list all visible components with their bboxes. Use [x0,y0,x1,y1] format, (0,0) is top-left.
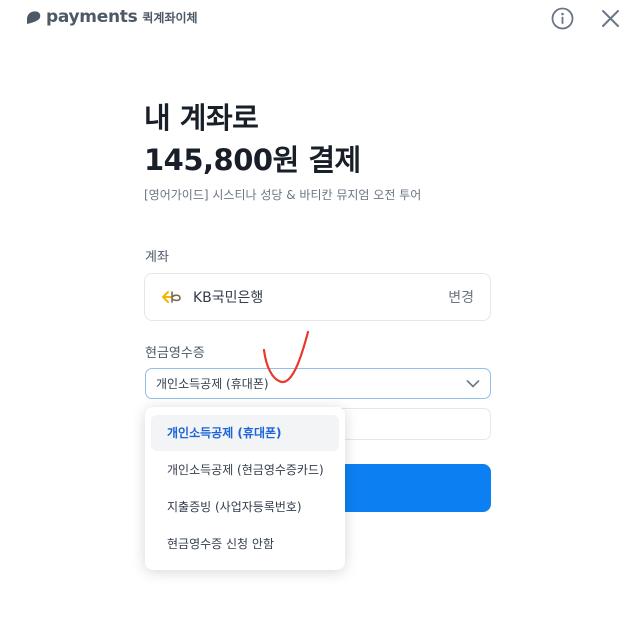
change-account-button[interactable]: 변경 [448,287,474,307]
dropdown-option[interactable]: 현금영수증 신청 안함 [151,526,339,562]
payment-page: payments 퀵계좌이체 내 계좌로 145,800원 결제 [영어가이드]… [0,0,634,630]
brand-logo: payments 퀵계좌이체 [25,7,198,27]
chevron-down-icon [466,379,480,388]
close-icon[interactable] [600,8,621,29]
brand-sub: 퀵계좌이체 [142,10,198,25]
account-selector[interactable]: KB국민은행 변경 [144,273,491,321]
payments-logo-icon [27,10,41,24]
check-annotation-icon [262,330,310,384]
info-icon[interactable] [551,7,574,30]
bank-name: KB국민은행 [193,290,264,306]
page-title: 내 계좌로 145,800원 결제 [144,97,361,181]
account-label: 계좌 [145,250,169,265]
title-line-1: 내 계좌로 [144,101,259,135]
cash-receipt-dropdown: 개인소득공제 (휴대폰) 개인소득공제 (현금영수증카드) 지출증빙 (사업자등… [145,407,345,570]
cash-receipt-label: 현금영수증 [145,346,205,361]
brand-name: payments [46,7,138,27]
title-amount: 145,800원 결제 [144,143,361,177]
kb-bank-logo-icon [162,291,181,303]
product-name: [영어가이드] 시스티나 성당 & 바티칸 뮤지엄 오전 투어 [144,188,422,202]
cash-receipt-select[interactable]: 개인소득공제 (휴대폰) [145,368,491,399]
dropdown-option[interactable]: 지출증빙 (사업자등록번호) [151,489,339,525]
dropdown-option[interactable]: 개인소득공제 (휴대폰) [151,415,339,451]
dropdown-option[interactable]: 개인소득공제 (현금영수증카드) [151,452,339,488]
